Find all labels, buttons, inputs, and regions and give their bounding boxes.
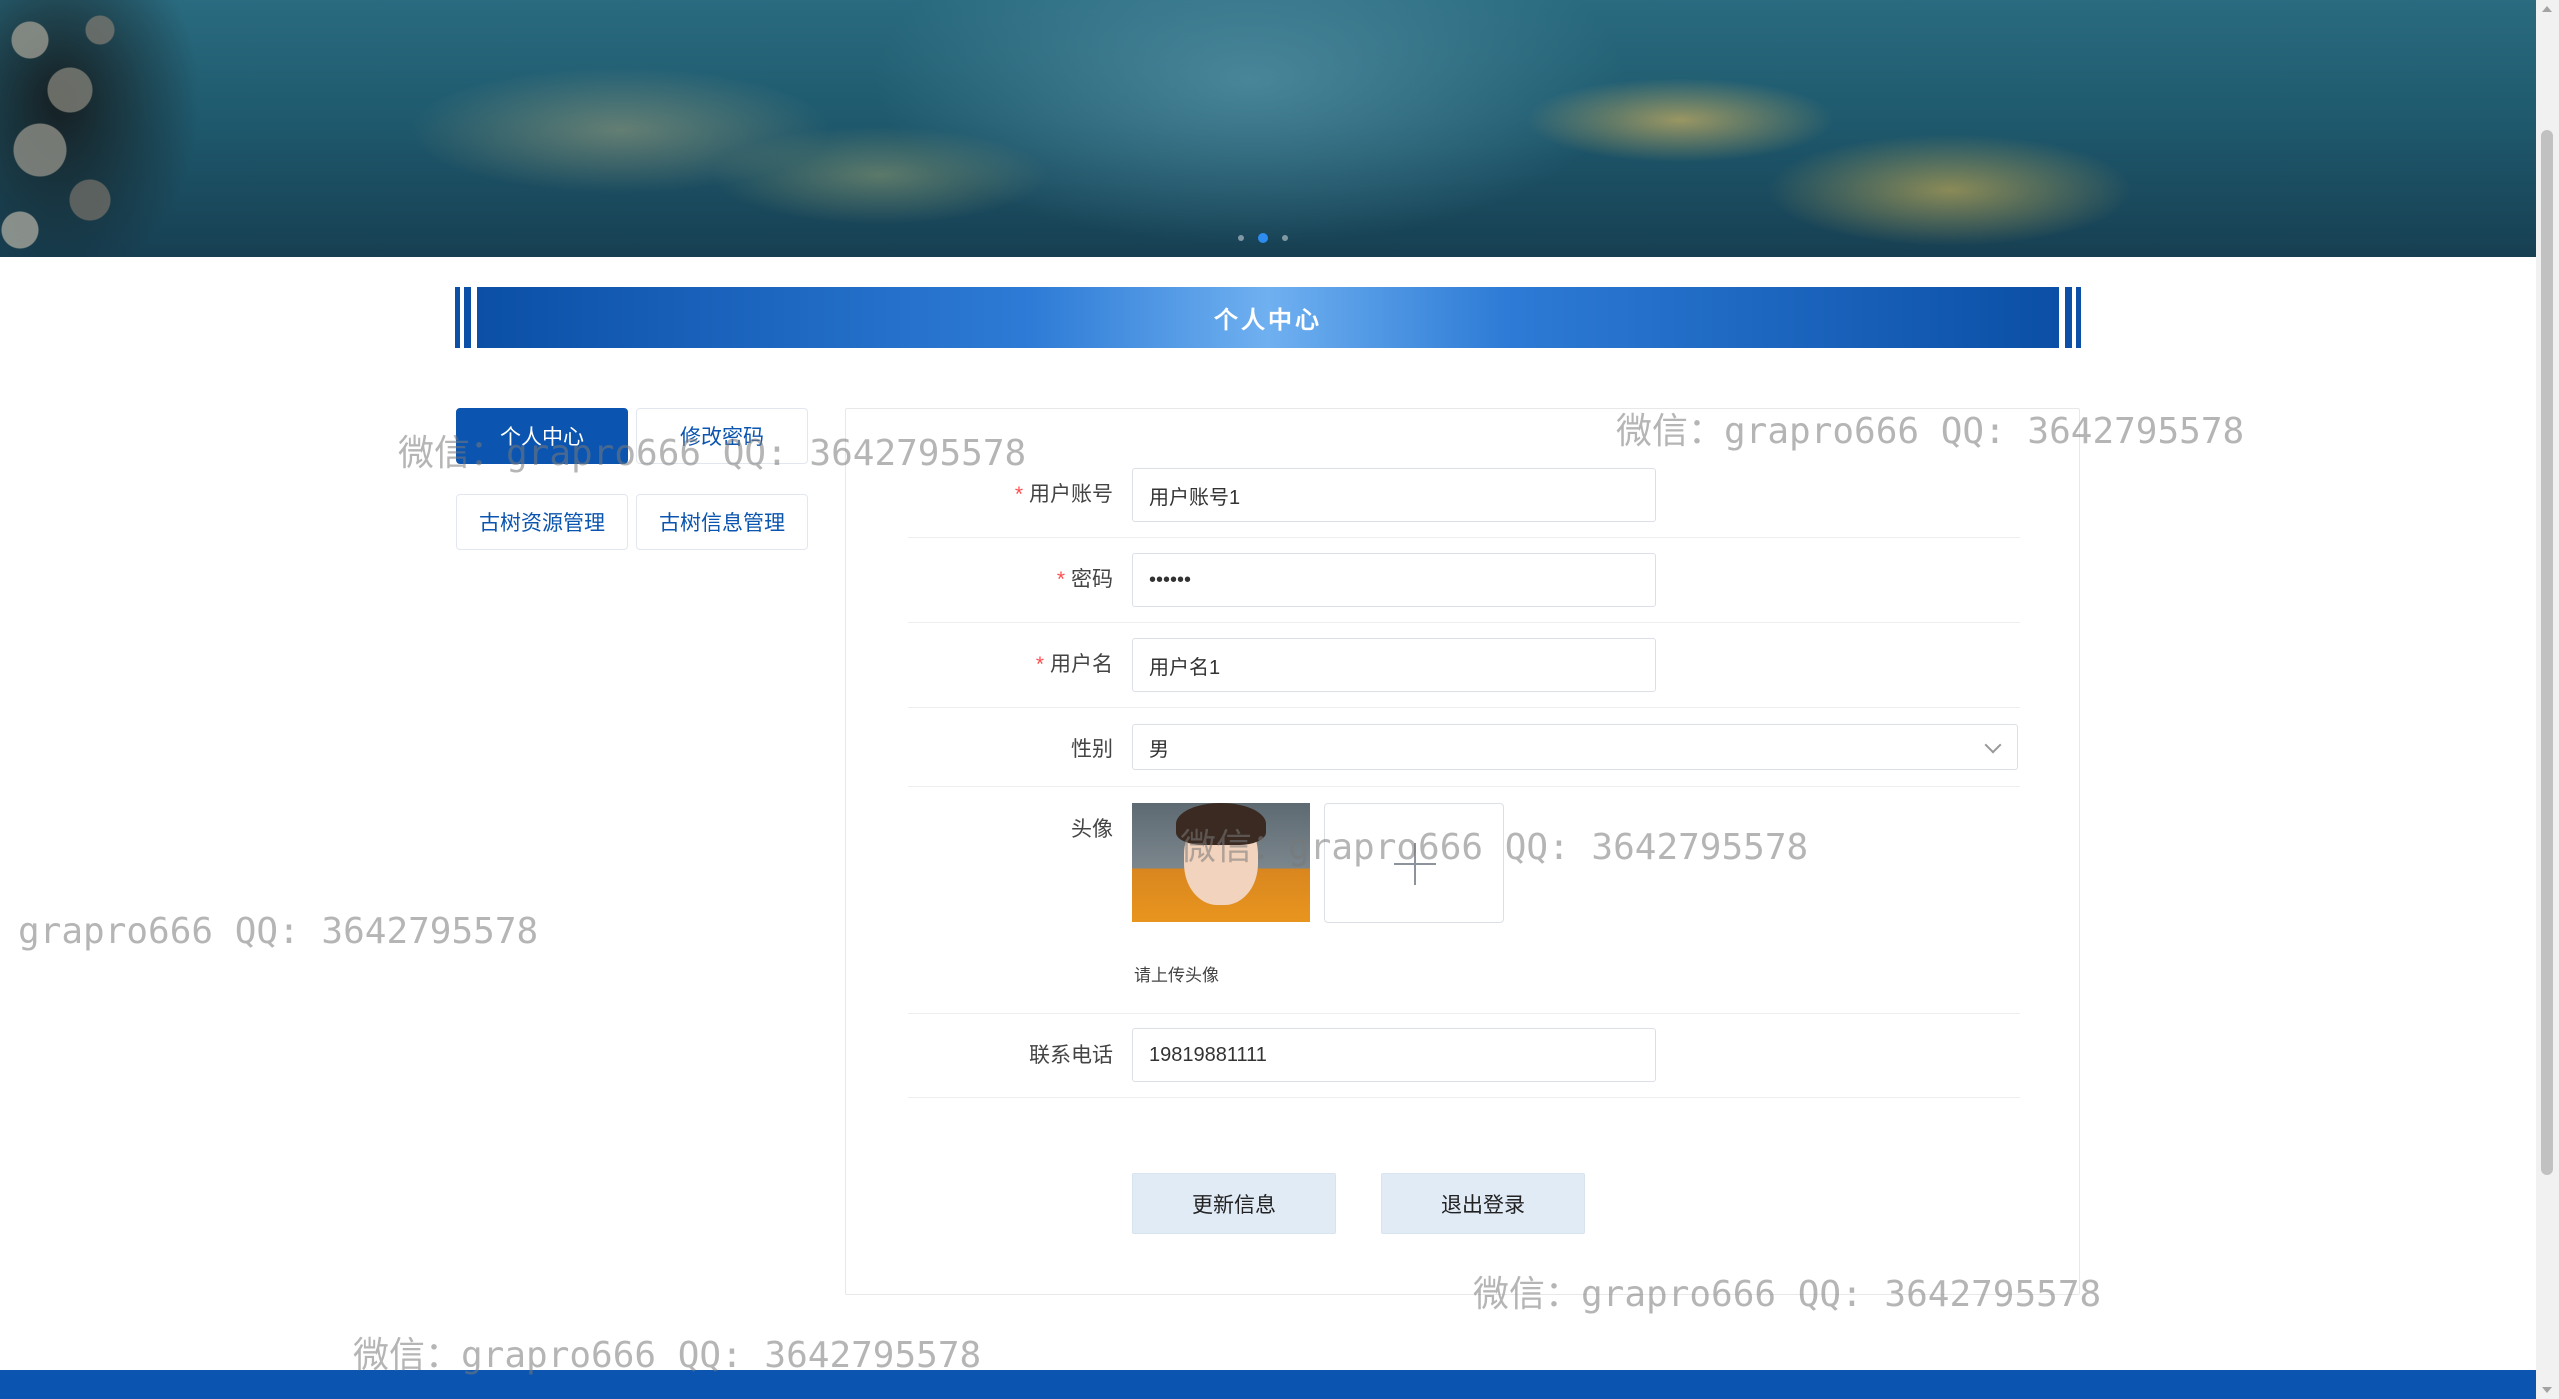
title-bar-right-edge	[2065, 287, 2081, 348]
gender-label: 性别	[1071, 738, 1113, 761]
menu-personal-center[interactable]: 个人中心	[456, 408, 628, 464]
gender-select[interactable]: 男	[1132, 724, 2018, 770]
password-label: * 密码	[1056, 568, 1113, 591]
watermark: 微信：grapro666 QQ: 3642795578	[0, 911, 539, 952]
section-title-bar: 个人中心	[455, 287, 2081, 348]
menu-tree-resource-management[interactable]: 古树资源管理	[456, 494, 628, 550]
avatar-hair	[1176, 803, 1266, 845]
title-bar-left-edge	[455, 287, 471, 348]
scroll-down-arrow-icon[interactable]	[2542, 1387, 2552, 1393]
menu-change-password[interactable]: 修改密码	[636, 408, 808, 464]
avatar-upload-hint: 请上传头像	[1134, 966, 1219, 985]
footer-bar	[0, 1370, 2536, 1399]
menu-tree-info-management[interactable]: 古树信息管理	[636, 494, 808, 550]
username-label: * 用户名	[1035, 653, 1113, 676]
account-label: * 用户账号	[1014, 483, 1113, 506]
required-mark: *	[1035, 653, 1044, 676]
scrollbar-thumb[interactable]	[2541, 130, 2553, 1175]
phone-label: 联系电话	[1029, 1044, 1113, 1067]
avatar-upload-button[interactable]	[1324, 803, 1504, 923]
logout-button[interactable]: 退出登录	[1381, 1173, 1585, 1234]
avatar-label: 头像	[1071, 818, 1113, 841]
banner-carousel	[0, 0, 2536, 257]
page-title: 个人中心	[477, 287, 2059, 348]
phone-input[interactable]: 19819881111	[1132, 1028, 1656, 1082]
carousel-dot[interactable]	[1238, 235, 1244, 241]
update-info-button[interactable]: 更新信息	[1132, 1173, 1336, 1234]
page-scrollbar[interactable]	[2536, 0, 2559, 1399]
required-mark: *	[1014, 483, 1023, 506]
password-input[interactable]: ••••••	[1132, 553, 1656, 607]
gender-selected-value: 男	[1149, 738, 1169, 761]
account-input[interactable]: 用户账号1	[1132, 468, 1656, 522]
carousel-dot-active[interactable]	[1258, 233, 1268, 243]
scroll-up-arrow-icon[interactable]	[2542, 6, 2552, 12]
plus-icon-vertical	[1414, 843, 1416, 885]
carousel-dot[interactable]	[1282, 235, 1288, 241]
username-input[interactable]: 用户名1	[1132, 638, 1656, 692]
required-mark: *	[1056, 568, 1065, 591]
carousel-indicators	[1238, 233, 1288, 243]
avatar-image[interactable]	[1132, 803, 1310, 922]
chevron-down-icon	[1984, 736, 2002, 754]
banner-image	[0, 0, 130, 257]
